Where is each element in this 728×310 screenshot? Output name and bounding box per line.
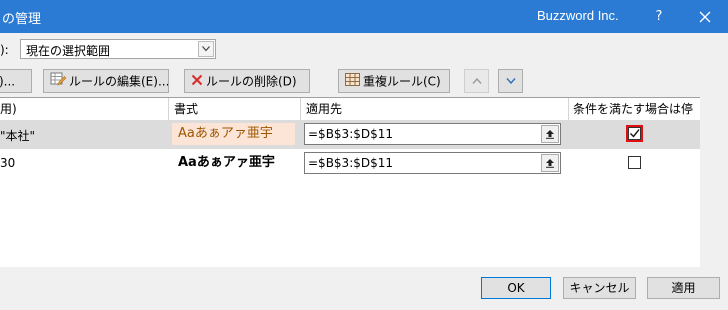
move-down-button[interactable] — [498, 69, 523, 93]
applies-to-value: =$B$3:$D$11 — [308, 156, 394, 170]
collapse-arrow-icon — [546, 130, 554, 139]
duplicate-rule-label: 重複ルール(C) — [363, 74, 441, 89]
scope-label: ): — [0, 43, 9, 57]
close-button[interactable] — [690, 4, 720, 30]
applies-to-field[interactable]: =$B$3:$D$11 — [304, 152, 561, 174]
stop-if-true-checkbox[interactable] — [626, 125, 643, 142]
duplicate-rule-button[interactable]: 重複ルール(C) — [338, 69, 450, 93]
help-button[interactable]: ? — [648, 6, 670, 28]
cancel-button[interactable]: キャンセル — [563, 277, 636, 299]
column-header-stop-if-true: 条件を満たす場合は停止 — [573, 102, 694, 138]
apply-button[interactable]: 適用 — [647, 277, 720, 299]
chevron-up-icon — [471, 78, 482, 84]
edit-rule-icon — [50, 71, 67, 93]
delete-rule-button[interactable]: ルールの削除(D) — [184, 69, 310, 93]
scope-selected-value: 現在の選択範囲 — [26, 44, 111, 58]
edit-rule-button[interactable]: ルールの編集(E)... — [43, 69, 169, 93]
new-rule-button[interactable]: )... — [0, 69, 32, 93]
chevron-down-icon — [505, 78, 516, 84]
delete-rule-label: ルールの削除(D) — [206, 74, 297, 89]
stop-if-true-checkbox[interactable] — [628, 156, 641, 169]
close-icon — [699, 11, 711, 23]
title-bar: の管理 Buzzword Inc. ? — [0, 0, 728, 33]
rule-description: 30 — [0, 156, 16, 170]
window-title: の管理 — [2, 12, 42, 27]
column-divider — [568, 98, 569, 120]
collapse-dialog-button[interactable] — [541, 125, 559, 143]
new-rule-label: )... — [0, 74, 16, 89]
collapse-dialog-button[interactable] — [541, 154, 559, 172]
ok-button[interactable]: OK — [481, 277, 551, 299]
rule-row[interactable]: 30 Aaあぁアァ亜宇 =$B$3:$D$11 — [0, 149, 700, 178]
column-header-applies-to: 適用先 — [306, 102, 343, 116]
format-preview: Aaあぁアァ亜宇 — [172, 123, 295, 145]
checkmark-icon — [630, 129, 640, 138]
column-header-format: 書式 — [174, 102, 199, 116]
dropdown-arrow[interactable] — [198, 41, 214, 57]
applies-to-value: =$B$3:$D$11 — [308, 127, 394, 141]
collapse-arrow-icon — [546, 159, 554, 168]
chevron-down-icon — [202, 46, 210, 52]
rules-list: 用) 書式 適用先 条件を満たす場合は停止 "本社" Aaあぁアァ亜宇 =$B$… — [0, 97, 700, 267]
applies-to-field[interactable]: =$B$3:$D$11 — [304, 123, 561, 145]
format-preview: Aaあぁアァ亜宇 — [178, 155, 275, 170]
column-header-rule: 用) — [0, 102, 17, 116]
edit-rule-label: ルールの編集(E)... — [69, 74, 169, 89]
app-name: Buzzword Inc. — [537, 8, 619, 23]
move-up-button[interactable] — [464, 69, 489, 93]
delete-x-icon — [191, 71, 203, 93]
duplicate-grid-icon — [345, 71, 360, 93]
rule-row[interactable]: "本社" Aaあぁアァ亜宇 =$B$3:$D$11 — [0, 120, 700, 149]
column-divider — [300, 98, 301, 120]
column-divider — [168, 98, 169, 120]
scope-dropdown[interactable]: 現在の選択範囲 — [20, 39, 216, 59]
rule-description: "本社" — [0, 129, 36, 143]
